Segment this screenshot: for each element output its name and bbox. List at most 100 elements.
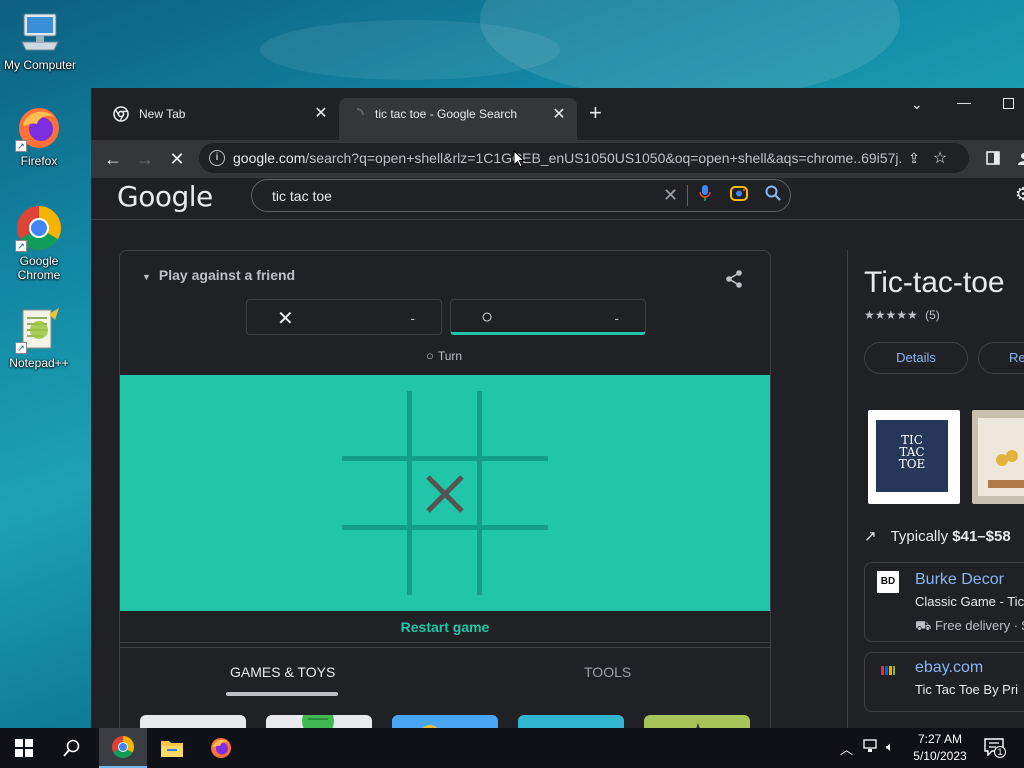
profile-icon[interactable] bbox=[1013, 148, 1024, 170]
price-prefix: Typically bbox=[890, 528, 953, 545]
tab-strip: New Tab ✕ tic tac toe - Google Search ✕ … bbox=[91, 88, 1024, 140]
maximize-button[interactable] bbox=[1003, 96, 1014, 112]
desktop-icon-firefox[interactable]: ↗ Firefox bbox=[0, 104, 79, 168]
game-board[interactable] bbox=[120, 375, 770, 611]
rating-count[interactable]: (5) bbox=[925, 308, 940, 322]
desktop-icon-label: Google Chrome bbox=[17, 254, 61, 282]
voice-search-icon[interactable] bbox=[688, 185, 722, 206]
share-icon[interactable] bbox=[724, 269, 744, 294]
lens-search-icon[interactable] bbox=[722, 185, 756, 206]
search-input[interactable]: tic tac toe bbox=[272, 188, 654, 204]
tab-title: tic tac toe - Google Search bbox=[375, 107, 518, 121]
game-thumbnail[interactable] bbox=[518, 715, 624, 728]
game-thumbnail[interactable] bbox=[644, 715, 750, 728]
chrome-window: New Tab ✕ tic tac toe - Google Search ✕ … bbox=[91, 88, 1024, 728]
tab-close-icon[interactable]: ✕ bbox=[313, 106, 329, 122]
dropdown-caret-icon: ▼ bbox=[142, 272, 151, 282]
tab-search-chevron-icon[interactable]: ⌄ bbox=[911, 96, 923, 113]
side-panel-icon[interactable] bbox=[982, 148, 1004, 170]
rating-stars-icon: ★★★★★ bbox=[864, 308, 918, 322]
address-bar[interactable]: i google.com/search?q=open+shell&rlz=1C1… bbox=[199, 143, 969, 173]
kp-title: Tic-tac-toe bbox=[864, 266, 1005, 299]
board-cell[interactable] bbox=[482, 391, 548, 457]
board-cell[interactable] bbox=[482, 461, 548, 527]
board-cell[interactable] bbox=[412, 461, 478, 527]
tab-tools[interactable]: TOOLS bbox=[584, 664, 631, 680]
bookmark-star-icon[interactable]: ☆ bbox=[927, 148, 953, 168]
tab-close-icon[interactable]: ✕ bbox=[551, 107, 567, 123]
seller-delivery: ⛟ Free delivery · $ bbox=[915, 618, 1024, 636]
game-thumbnail[interactable] bbox=[392, 715, 498, 728]
knowledge-panel: Tic-tac-toe ★★★★★ (5) Details Re TIC TAC… bbox=[847, 250, 1024, 728]
board-cell[interactable] bbox=[342, 461, 408, 527]
game-thumbnail[interactable] bbox=[266, 705, 372, 728]
product-box-art: TIC TAC TOE bbox=[876, 420, 948, 492]
clear-search-icon[interactable]: ✕ bbox=[654, 185, 688, 206]
seller-card[interactable]: ebay.com Tic Tac Toe By Pri bbox=[864, 652, 1024, 712]
search-box[interactable]: tic tac toe ✕ bbox=[251, 179, 791, 212]
taskbar-firefox-icon[interactable] bbox=[197, 728, 245, 768]
game-thumbnail[interactable] bbox=[140, 715, 246, 728]
clock-date: 5/10/2023 bbox=[913, 749, 967, 763]
system-clock[interactable]: 7:27 AM 5/10/2023 bbox=[910, 731, 970, 765]
tab-title: New Tab bbox=[139, 107, 186, 121]
delivery-truck-icon: ⛟ bbox=[915, 618, 935, 633]
desktop-icon-notepad-plus-plus[interactable]: ↗ Notepad++ bbox=[0, 306, 79, 370]
taskbar-file-explorer-icon[interactable] bbox=[148, 728, 196, 768]
shortcut-arrow-icon: ↗ bbox=[15, 240, 27, 252]
network-icon[interactable] bbox=[863, 739, 879, 756]
search-taskbar-icon[interactable] bbox=[48, 728, 96, 768]
reviews-button[interactable]: Re bbox=[978, 342, 1024, 374]
site-info-icon[interactable]: i bbox=[209, 150, 225, 166]
game-mode-selector[interactable]: ▼ Play against a friend bbox=[142, 267, 295, 283]
turn-label: Turn bbox=[437, 348, 463, 363]
settings-gear-icon[interactable]: ⚙ bbox=[1015, 184, 1024, 205]
tab-games-and-toys[interactable]: GAMES & TOYS bbox=[230, 664, 335, 680]
board-cell[interactable] bbox=[412, 391, 478, 457]
taskbar-chrome-icon[interactable] bbox=[99, 728, 147, 768]
computer-icon bbox=[16, 8, 64, 56]
board-cell[interactable] bbox=[342, 530, 408, 596]
turn-mark-icon: ○ bbox=[426, 348, 434, 363]
rating: ★★★★★ (5) bbox=[864, 308, 940, 322]
seller-name[interactable]: ebay.com bbox=[915, 659, 983, 677]
url-host: google.com bbox=[233, 150, 306, 166]
stop-loading-button[interactable]: ✕ bbox=[166, 148, 188, 170]
player-o-score: ○ - bbox=[450, 299, 646, 335]
seller-card[interactable]: BD Burke Decor Classic Game - Tic ⛟ Free… bbox=[864, 562, 1024, 642]
seller-name[interactable]: Burke Decor bbox=[915, 571, 1004, 589]
google-logo[interactable]: Google bbox=[117, 180, 213, 213]
tab-tic-tac-toe-search[interactable]: tic tac toe - Google Search ✕ bbox=[339, 98, 577, 140]
google-header: Google tic tac toe ✕ ⚙ bbox=[91, 178, 1024, 220]
board-cell[interactable] bbox=[482, 530, 548, 596]
desktop-icon-label: My Computer bbox=[3, 58, 77, 72]
minimize-button[interactable]: — bbox=[957, 94, 971, 110]
tab-new-tab[interactable]: New Tab ✕ bbox=[103, 98, 339, 130]
desktop-icon-google-chrome[interactable]: ↗ Google Chrome bbox=[0, 204, 79, 282]
show-hidden-icons-chevron-icon[interactable]: ︿ bbox=[840, 739, 853, 758]
desktop-icon-my-computer[interactable]: My Computer bbox=[0, 8, 80, 72]
volume-icon[interactable]: 🔈︎ bbox=[886, 739, 894, 755]
forward-button[interactable]: → bbox=[134, 148, 156, 170]
url-path: /search?q=open+shell&rlz=1C1GCEB_enUS105… bbox=[305, 150, 901, 166]
back-button[interactable]: ← bbox=[102, 148, 124, 170]
desktop-icon-label: Firefox bbox=[20, 154, 58, 168]
tic-tac-toe-game-card: ▼ Play against a friend ✕ - ○ - ○ Turn R… bbox=[119, 250, 771, 728]
trend-icon: ↗ bbox=[864, 528, 877, 545]
notifications-icon[interactable]: 1 bbox=[984, 738, 1006, 759]
product-image[interactable]: TIC TAC TOE bbox=[868, 410, 960, 504]
restart-game-button[interactable]: Restart game bbox=[120, 611, 770, 643]
search-icon[interactable] bbox=[756, 185, 790, 206]
start-button[interactable] bbox=[0, 728, 48, 768]
loading-spinner-icon bbox=[349, 107, 365, 123]
share-page-icon[interactable]: ⇪ bbox=[901, 150, 927, 167]
product-image[interactable] bbox=[972, 410, 1024, 504]
board-cell[interactable] bbox=[342, 391, 408, 457]
navigation-toolbar: ← → ✕ i google.com/search?q=open+shell&r… bbox=[91, 140, 1024, 178]
board-cell[interactable] bbox=[412, 530, 478, 596]
new-tab-button[interactable]: + bbox=[589, 102, 602, 124]
mouse-cursor-icon bbox=[513, 149, 526, 173]
typical-price: ↗ Typically $41–$58 bbox=[864, 527, 1011, 545]
details-button[interactable]: Details bbox=[864, 342, 968, 374]
game-mode-label: Play against a friend bbox=[158, 267, 296, 283]
